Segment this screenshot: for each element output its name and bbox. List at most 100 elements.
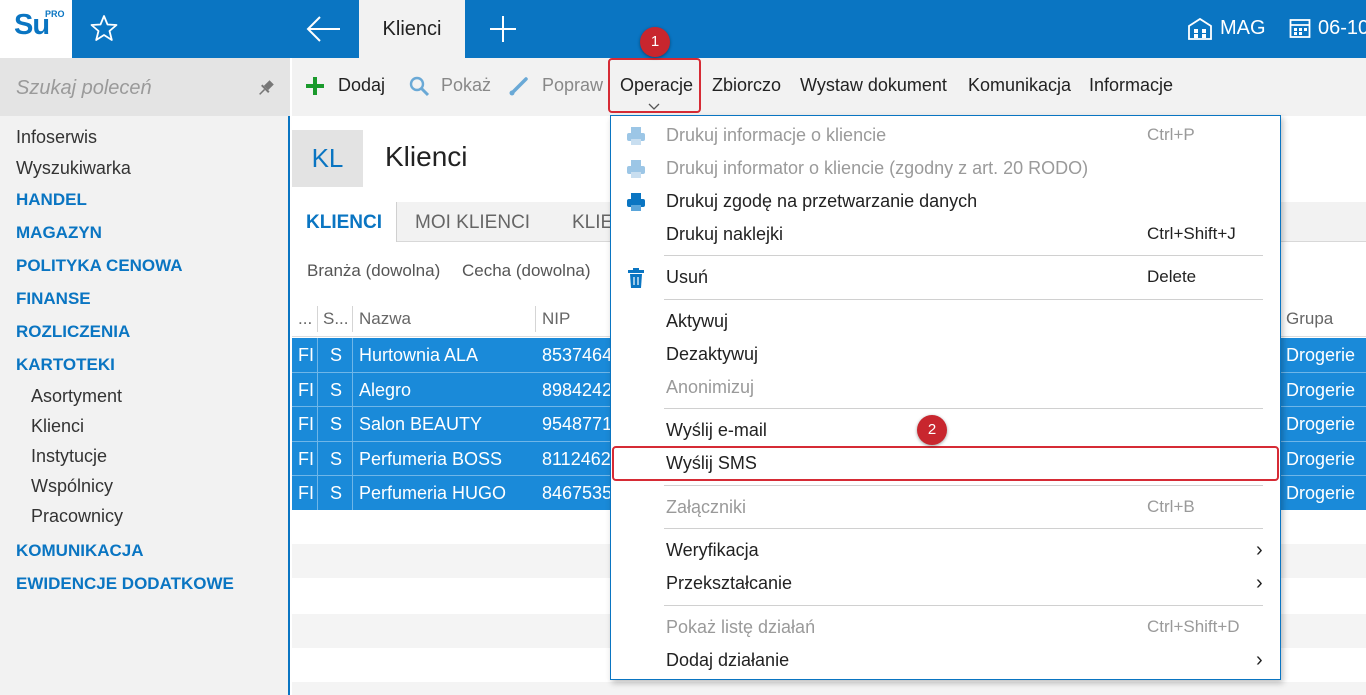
chevron-down-icon bbox=[648, 103, 660, 110]
menu-item-activate[interactable]: Aktywuj bbox=[611, 306, 1280, 338]
menu-item-show-actions[interactable]: Pokaż listę działań Ctrl+Shift+D bbox=[611, 612, 1280, 644]
column-divider[interactable] bbox=[535, 306, 536, 332]
logo-superscript: PRO bbox=[45, 9, 65, 19]
search-icon[interactable] bbox=[408, 75, 430, 97]
cell-status: S bbox=[330, 380, 343, 400]
cell-name: Salon BEAUTY bbox=[359, 414, 483, 434]
edit-button[interactable]: Popraw bbox=[542, 75, 603, 96]
column-divider[interactable] bbox=[317, 306, 318, 332]
menu-separator bbox=[664, 605, 1263, 606]
command-search-input[interactable] bbox=[16, 74, 246, 102]
tab-klie-truncated[interactable]: KLIE bbox=[572, 202, 613, 242]
menu-item-print-labels[interactable]: Drukuj naklejki Ctrl+Shift+J bbox=[611, 219, 1280, 251]
nav-komunikacja[interactable]: KOMUNIKACJA bbox=[16, 541, 144, 561]
menu-item-label: Dodaj działanie bbox=[666, 650, 790, 670]
nav-magazyn[interactable]: MAGAZYN bbox=[16, 223, 102, 243]
date-label[interactable]: 06-10 bbox=[1318, 17, 1366, 40]
menu-item-print-client-info[interactable]: Drukuj informacje o kliencie Ctrl+P bbox=[611, 120, 1280, 152]
menu-item-verification[interactable]: Weryfikacja › bbox=[611, 535, 1280, 567]
menu-item-shortcut: Ctrl+Shift+J bbox=[1147, 224, 1236, 243]
calendar-icon[interactable] bbox=[1289, 17, 1311, 39]
nav-ewidencje-dodatkowe[interactable]: EWIDENCJE DODATKOWE bbox=[16, 574, 234, 594]
tab-moi-klienci[interactable]: MOI KLIENCI bbox=[415, 202, 530, 242]
menu-item-delete[interactable]: Usuń Delete bbox=[611, 262, 1280, 294]
menu-item-label: Wyślij e-mail bbox=[666, 420, 767, 440]
send-sms-highlight bbox=[612, 446, 1279, 481]
menu-item-add-action[interactable]: Dodaj działanie › bbox=[611, 645, 1280, 677]
tab-klienci-list[interactable]: KLIENCI bbox=[292, 202, 397, 242]
menu-item-shortcut: Ctrl+P bbox=[1147, 125, 1195, 144]
nav-instytucje[interactable]: Instytucje bbox=[31, 446, 107, 467]
cell-group: Drogerie bbox=[1286, 414, 1356, 434]
nav-pracownicy[interactable]: Pracownicy bbox=[31, 506, 123, 527]
cell-type: FI bbox=[298, 414, 314, 434]
cell-nip: 8112462 bbox=[542, 449, 611, 469]
nav-wspolnicy[interactable]: Wspólnicy bbox=[31, 476, 113, 497]
nav-asortyment[interactable]: Asortyment bbox=[31, 386, 122, 407]
pin-icon[interactable] bbox=[256, 78, 276, 98]
module-code-badge: KL bbox=[292, 130, 363, 187]
warehouse-icon[interactable] bbox=[1187, 17, 1213, 41]
communication-button[interactable]: Komunikacja bbox=[968, 75, 1071, 96]
printer-icon bbox=[627, 193, 645, 211]
warehouse-label[interactable]: MAG bbox=[1220, 17, 1266, 40]
printer-icon bbox=[627, 160, 645, 178]
nav-wyszukiwarka[interactable]: Wyszukiwarka bbox=[16, 158, 131, 179]
cell-status: S bbox=[330, 414, 343, 434]
cell-name: Hurtownia ALA bbox=[359, 345, 479, 365]
nav-klienci[interactable]: Klienci bbox=[31, 416, 84, 437]
menu-item-transform[interactable]: Przekształcanie › bbox=[611, 568, 1280, 600]
nav-kartoteki[interactable]: KARTOTEKI bbox=[16, 355, 115, 375]
toolbar: Dodaj Pokaż Popraw Operacje Zbiorczo Wys… bbox=[292, 58, 1366, 116]
filter-cecha[interactable]: Cecha (dowolna) bbox=[462, 261, 591, 281]
sidebar: Infoserwis Wyszukiwarka HANDEL MAGAZYN P… bbox=[0, 58, 290, 695]
menu-item-label: Usuń bbox=[666, 267, 709, 287]
menu-item-shortcut: Delete bbox=[1147, 267, 1197, 286]
logo-text: Su bbox=[14, 9, 50, 41]
cell-status: S bbox=[330, 345, 343, 365]
menu-item-label: Drukuj informator o kliencie (zgodny z a… bbox=[666, 158, 1089, 178]
column-divider[interactable] bbox=[352, 306, 353, 332]
menu-item-attachments[interactable]: Załączniki Ctrl+B bbox=[611, 492, 1280, 524]
cell-status: S bbox=[330, 449, 343, 469]
add-icon[interactable] bbox=[304, 75, 326, 97]
column-header-name[interactable]: Nazwa bbox=[359, 309, 411, 329]
column-header[interactable]: ... bbox=[298, 309, 312, 329]
cell-divider bbox=[352, 407, 353, 441]
top-bar: Su PRO Klienci MAG 06-10 bbox=[0, 0, 1366, 58]
cell-group: Drogerie bbox=[1286, 483, 1356, 503]
cell-nip: 8984242 bbox=[542, 380, 613, 400]
cell-divider bbox=[352, 373, 353, 407]
menu-item-deactivate[interactable]: Dezaktywuj bbox=[611, 339, 1280, 371]
nav-infoserwis[interactable]: Infoserwis bbox=[16, 127, 97, 148]
star-icon[interactable] bbox=[90, 14, 118, 42]
nav-polityka-cenowa[interactable]: POLITYKA CENOWA bbox=[16, 256, 183, 276]
menu-item-label: Pokaż listę działań bbox=[666, 617, 816, 637]
cell-nip: 8537464 bbox=[542, 345, 613, 365]
trash-icon bbox=[628, 268, 644, 288]
add-button[interactable]: Dodaj bbox=[338, 75, 385, 96]
edit-brush-icon[interactable] bbox=[508, 75, 530, 97]
app-logo[interactable]: Su PRO bbox=[0, 0, 72, 58]
information-button[interactable]: Informacje bbox=[1089, 75, 1173, 96]
tab-klienci[interactable]: Klienci bbox=[359, 0, 465, 58]
filter-branza[interactable]: Branża (dowolna) bbox=[307, 261, 440, 281]
batch-button[interactable]: Zbiorczo bbox=[712, 75, 781, 96]
new-tab-plus-icon[interactable] bbox=[488, 14, 518, 44]
back-arrow-icon[interactable] bbox=[305, 14, 343, 44]
nav-rozliczenia[interactable]: ROZLICZENIA bbox=[16, 322, 130, 342]
cell-group: Drogerie bbox=[1286, 345, 1356, 365]
issue-document-button[interactable]: Wystaw dokument bbox=[800, 75, 947, 96]
menu-item-anonymize[interactable]: Anonimizuj bbox=[611, 372, 1280, 404]
menu-item-label: Drukuj naklejki bbox=[666, 224, 784, 244]
printer-icon bbox=[627, 127, 645, 145]
column-header[interactable]: S... bbox=[323, 309, 349, 329]
menu-item-print-consent[interactable]: Drukuj zgodę na przetwarzanie danych bbox=[611, 186, 1280, 218]
menu-item-label: Załączniki bbox=[666, 497, 747, 517]
menu-item-print-rodo-info[interactable]: Drukuj informator o kliencie (zgodny z a… bbox=[611, 153, 1280, 185]
show-button[interactable]: Pokaż bbox=[441, 75, 491, 96]
column-header-nip[interactable]: NIP bbox=[542, 309, 570, 329]
column-header-group[interactable]: Grupa bbox=[1286, 309, 1333, 329]
nav-finanse[interactable]: FINANSE bbox=[16, 289, 91, 309]
nav-handel[interactable]: HANDEL bbox=[16, 190, 87, 210]
